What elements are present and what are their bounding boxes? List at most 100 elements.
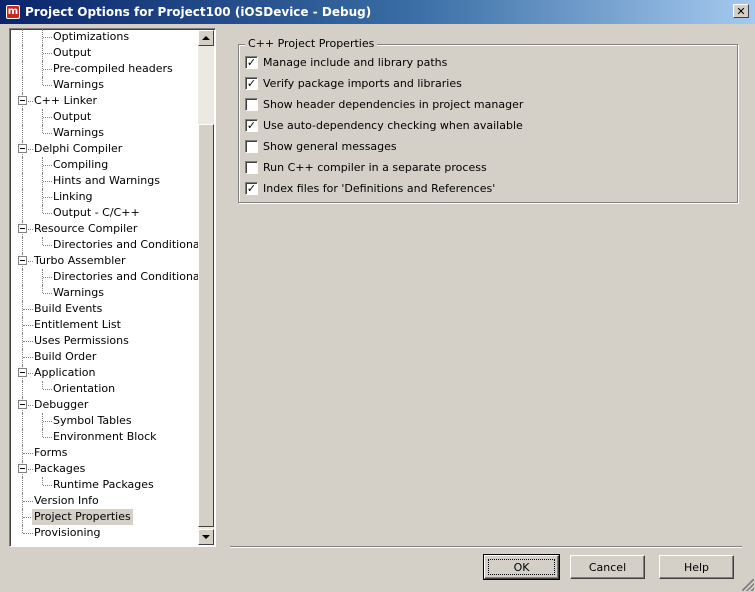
option-row[interactable]: ✓ Manage include and library paths	[245, 54, 447, 70]
option-checkbox[interactable]	[245, 160, 258, 174]
tree-trunk	[22, 61, 23, 77]
tree-item[interactable]: Symbol Tables	[10, 413, 200, 429]
cancel-button[interactable]: Cancel	[570, 555, 645, 579]
collapse-icon[interactable]	[18, 96, 27, 105]
option-checkbox[interactable]	[245, 97, 258, 111]
tree-item[interactable]: Version Info	[10, 493, 200, 509]
tree-item[interactable]: Build Events	[10, 301, 200, 317]
option-row[interactable]: ✓ Verify package imports and libraries	[245, 75, 462, 91]
close-icon: ✕	[736, 4, 746, 18]
tree-item[interactable]: C++ Linker	[10, 93, 200, 109]
tree-trunk	[22, 125, 23, 141]
scroll-down-button[interactable]	[198, 529, 214, 545]
option-label: Manage include and library paths	[263, 55, 448, 69]
collapse-icon[interactable]	[18, 368, 27, 377]
tree-item-label: Symbol Tables	[53, 414, 132, 427]
tree-item[interactable]: Delphi Compiler	[10, 141, 200, 157]
tree-item[interactable]: Resource Compiler	[10, 221, 200, 237]
option-row[interactable]: ✓ Index files for 'Definitions and Refere…	[245, 180, 495, 196]
option-row[interactable]: ✓ Use auto-dependency checking when avail…	[245, 117, 523, 133]
option-checkbox[interactable]: ✓	[245, 181, 258, 195]
tree-item[interactable]: Packages	[10, 461, 200, 477]
tree-trunk	[22, 237, 23, 253]
tree-item[interactable]: Output	[10, 45, 200, 61]
tree-item[interactable]: Provisioning	[10, 525, 200, 541]
tree-item[interactable]: Orientation	[10, 381, 200, 397]
close-button[interactable]: ✕	[733, 4, 749, 18]
tree-item-label: Compiling	[53, 158, 109, 171]
tree-item[interactable]: Build Order	[10, 349, 200, 365]
tree-item[interactable]: Warnings	[10, 77, 200, 93]
options-tree[interactable]: Optimizations Output Pre-compiled headers W…	[9, 28, 216, 547]
tree-item-label: Output	[53, 110, 92, 123]
focus-ring	[488, 559, 555, 575]
ok-button[interactable]: OK	[483, 554, 560, 580]
tree-item[interactable]: Warnings	[10, 285, 200, 301]
collapse-icon[interactable]	[18, 224, 27, 233]
tree-item[interactable]: Environment Block	[10, 429, 200, 445]
option-row[interactable]: Show header dependencies in project mana…	[245, 96, 523, 112]
tree-item[interactable]: Directories and Conditionals	[10, 237, 208, 253]
option-checkbox[interactable]: ✓	[245, 76, 258, 90]
option-checkbox[interactable]: ✓	[245, 55, 258, 69]
collapse-icon[interactable]	[18, 256, 27, 265]
tree-item[interactable]: Compiling	[10, 157, 200, 173]
collapse-icon[interactable]	[18, 400, 27, 409]
tree-item-label: Output - C/C++	[53, 206, 140, 219]
tree-item[interactable]: Optimizations	[10, 29, 200, 45]
help-button[interactable]: Help	[659, 555, 734, 579]
option-row[interactable]: Show general messages	[245, 138, 397, 154]
checkmark-icon: ✓	[246, 55, 257, 69]
tree-trunk	[22, 301, 23, 317]
footer-separator	[230, 546, 742, 548]
tree-item-label: Warnings	[53, 126, 104, 139]
tree-item-label: Project Properties	[32, 509, 133, 525]
tree-item[interactable]: Runtime Packages	[10, 477, 200, 493]
tree-item-label: Hints and Warnings	[53, 174, 160, 187]
tree-item[interactable]: Forms	[10, 445, 200, 461]
option-row[interactable]: Run C++ compiler in a separate process	[245, 159, 487, 175]
tree-item-label: Runtime Packages	[53, 478, 154, 491]
tree-item[interactable]: Entitlement List	[10, 317, 200, 333]
tree-item[interactable]: Uses Permissions	[10, 333, 200, 349]
tree-item[interactable]: Directories and Conditionals	[10, 269, 208, 285]
scroll-thumb[interactable]	[198, 124, 214, 527]
tree-item-label: Uses Permissions	[34, 334, 129, 347]
embarcadero-logo-icon: m	[6, 5, 20, 19]
option-label: Show header dependencies in project mana…	[263, 97, 524, 111]
tree-item[interactable]: Linking	[10, 189, 200, 205]
resize-grip-icon[interactable]	[742, 579, 754, 591]
tree-item-label: C++ Linker	[34, 94, 98, 107]
title-bar: m Project Options for Project100 (iOSDev…	[0, 0, 755, 24]
tree-trunk	[22, 189, 23, 205]
option-checkbox[interactable]: ✓	[245, 118, 258, 132]
tree-item[interactable]: Hints and Warnings	[10, 173, 200, 189]
tree-trunk	[22, 269, 23, 285]
tree-item-label: Packages	[34, 462, 86, 475]
tree-trunk	[22, 45, 23, 61]
tree-item[interactable]: Output	[10, 109, 200, 125]
option-checkbox[interactable]	[245, 139, 258, 153]
tree-items: Optimizations Output Pre-compiled headers W…	[10, 29, 208, 541]
tree-branch	[42, 429, 43, 437]
tree-item-label: Directories and Conditionals	[53, 238, 209, 251]
tree-item[interactable]: Turbo Assembler	[10, 253, 200, 269]
option-label: Verify package imports and libraries	[263, 76, 462, 90]
tree-item[interactable]: Warnings	[10, 125, 200, 141]
tree-item[interactable]: Application	[10, 365, 200, 381]
option-label: Index files for 'Definitions and Referen…	[263, 181, 496, 195]
tree-item-label: Provisioning	[34, 526, 101, 539]
tree-item[interactable]: Pre-compiled headers	[10, 61, 200, 77]
tree-item[interactable]: Project Properties	[10, 509, 200, 525]
tree-item[interactable]: Output - C/C++	[10, 205, 200, 221]
tree-branch	[42, 285, 43, 293]
collapse-icon[interactable]	[18, 144, 27, 153]
tree-scrollbar[interactable]	[198, 30, 214, 545]
arrow-down-icon	[202, 535, 210, 539]
collapse-icon[interactable]	[18, 464, 27, 473]
tree-item-label: Optimizations	[53, 30, 130, 43]
tree-item-label: Build Order	[34, 350, 97, 363]
scroll-up-button[interactable]	[198, 30, 214, 46]
tree-item[interactable]: Debugger	[10, 397, 200, 413]
tree-item-label: Orientation	[53, 382, 116, 395]
